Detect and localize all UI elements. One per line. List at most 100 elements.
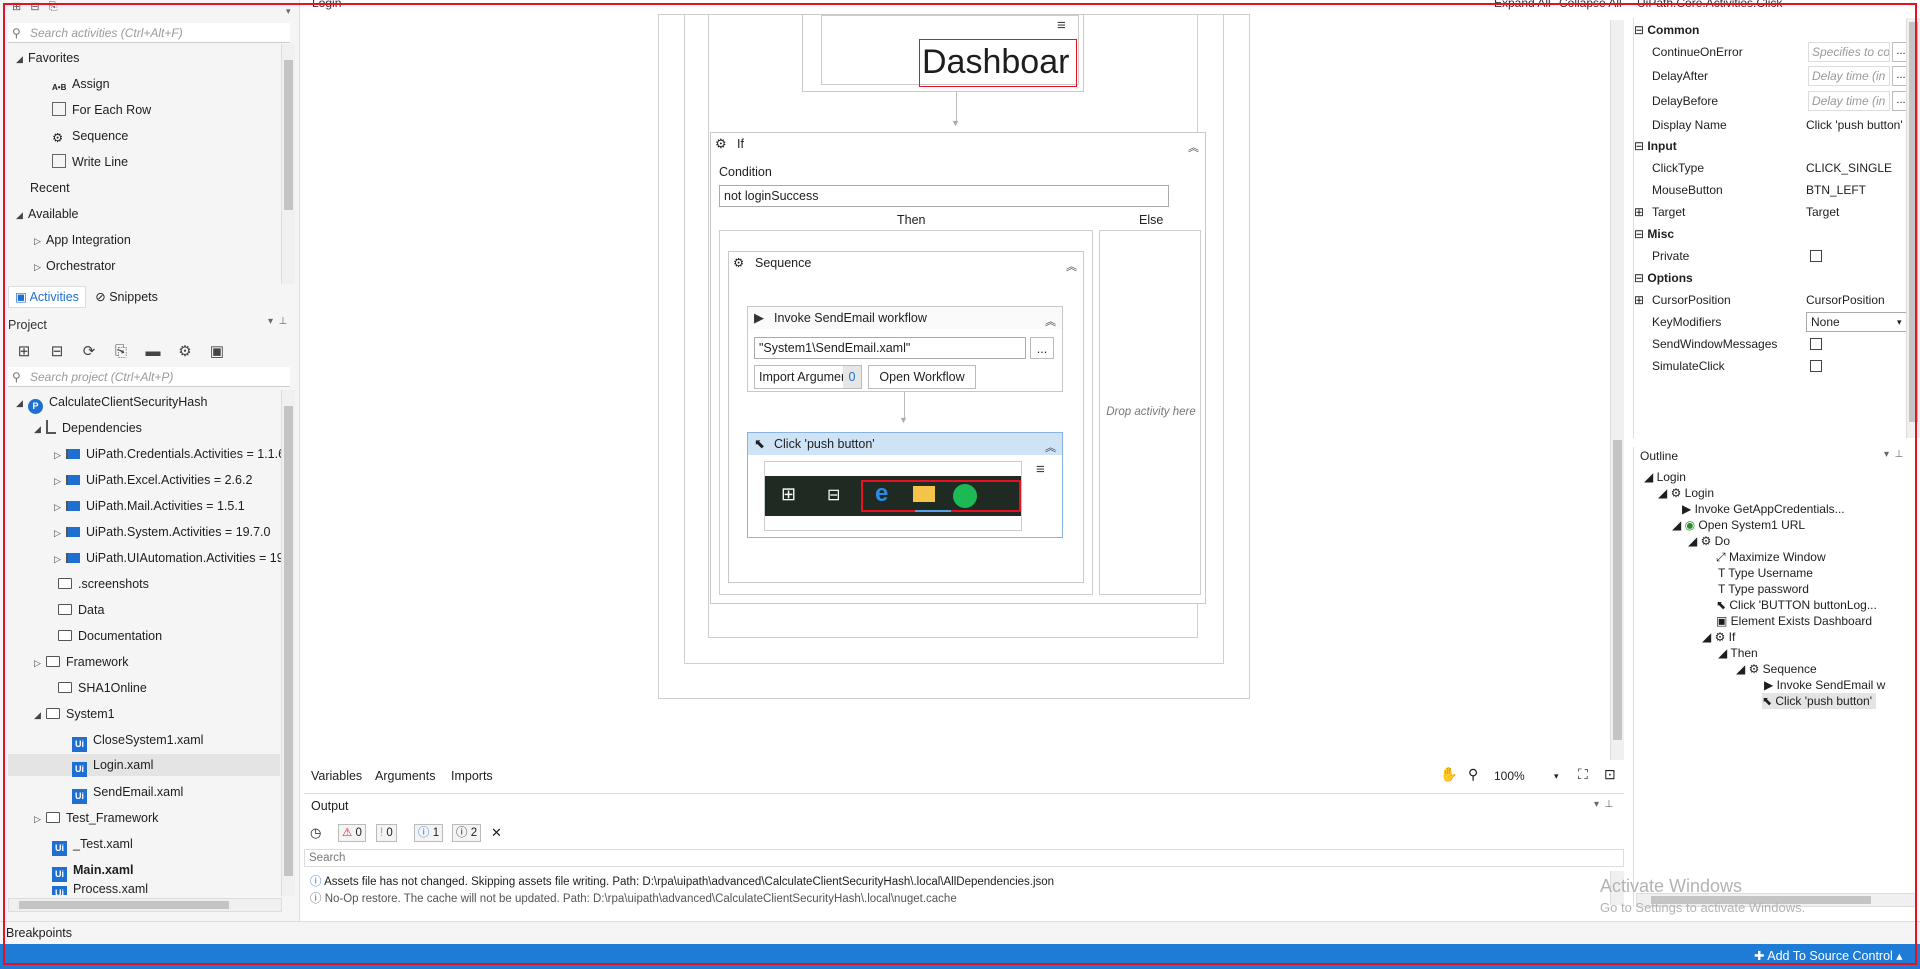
element-exists-activity[interactable]: Dashboar ≡	[802, 14, 1084, 92]
invoke-workflow-activity[interactable]: ▶ Invoke SendEmail workflow ︽ "System1\Sen…	[747, 306, 1063, 392]
outline-item[interactable]: T Type password	[1718, 581, 1809, 597]
outline-item-selected[interactable]: ⬉ Click 'push button'	[1762, 693, 1877, 709]
outline-item[interactable]: ◢ ⚙ Sequence	[1736, 661, 1817, 677]
source-control-button[interactable]: ✚ Add To Source Control ▴	[1754, 948, 1903, 963]
outline-item[interactable]: ◢ ⚙ Do	[1688, 533, 1730, 549]
prop-keymodifiers[interactable]: KeyModifiers None ▾	[1634, 311, 1914, 333]
outline-item[interactable]: ◢ Login	[1644, 469, 1686, 485]
hamburger-menu-icon[interactable]: ≡	[1057, 17, 1066, 34]
prop-mousebutton[interactable]: MouseButton BTN_LEFT	[1634, 179, 1914, 201]
tree-item-assign[interactable]: A•B Assign	[52, 73, 110, 95]
prop-delayafter[interactable]: DelayAfter Delay time (in...	[1634, 65, 1914, 87]
outline-controls[interactable]: ▾ ⊥	[1884, 449, 1903, 460]
file-process[interactable]: Ui Process.xaml	[52, 883, 148, 895]
browse-button[interactable]: ...	[1030, 337, 1054, 359]
outline-item[interactable]: ⬉ Click 'BUTTON buttonLog...	[1716, 597, 1877, 613]
tab-snippets[interactable]: ⊘ Snippets	[89, 287, 164, 307]
dependencies-node[interactable]: ◢ Dependencies	[34, 417, 142, 439]
sequence-header[interactable]: ⚙ Sequence ︽	[729, 252, 1083, 274]
zoom-dropdown[interactable]: 100% ▾	[1494, 766, 1566, 786]
prop-clicktype[interactable]: ClickType CLICK_SINGLE	[1634, 157, 1914, 179]
tab-variables[interactable]: Variables	[311, 766, 362, 786]
outline-item[interactable]: T Type Username	[1718, 565, 1813, 581]
category-misc[interactable]: ⊟ Misc	[1634, 223, 1914, 245]
designer-scrollbar[interactable]	[1610, 20, 1624, 760]
dependency-item[interactable]: ▷ UiPath.UIAutomation.Activities = 19	[54, 547, 282, 569]
dependency-item[interactable]: ▷ UiPath.Mail.Activities = 1.5.1	[54, 495, 282, 517]
fit-screen-icon[interactable]: ⛶	[1578, 766, 1588, 783]
folder-system1[interactable]: ◢ System1	[34, 703, 115, 725]
outline-item[interactable]: ▣ Element Exists Dashboard	[1716, 613, 1872, 629]
collapse-all-link[interactable]: Collapse All	[1559, 0, 1622, 10]
file-closesystem1[interactable]: Ui CloseSystem1.xaml	[72, 729, 203, 752]
category-common[interactable]: ⊟ Common	[1634, 19, 1914, 41]
sendwindowmessages-checkbox[interactable]	[1810, 338, 1822, 350]
screenshot-icon[interactable]: ▣	[208, 343, 226, 361]
outline-item[interactable]: ⤢ Maximize Window	[1716, 549, 1826, 565]
category-input[interactable]: ⊟ Input	[1634, 135, 1914, 157]
project-root[interactable]: ◢ P CalculateClientSecurityHash	[16, 391, 207, 414]
breakpoints-tab[interactable]: Breakpoints	[0, 921, 1920, 944]
prop-continueonerror[interactable]: ContinueOnError Specifies to co...	[1634, 41, 1914, 63]
keymodifiers-select[interactable]: None ▾	[1806, 312, 1910, 332]
if-activity[interactable]: ⚙ If ︽ Condition not loginSuccess Then Els…	[710, 132, 1206, 604]
refresh-icon[interactable]: ⟳	[80, 343, 98, 361]
collapse-all-icon[interactable]: ⊟	[48, 343, 66, 361]
panel-menu-icon[interactable]: ▾	[286, 6, 291, 17]
expand-all-link[interactable]: Expand All	[1494, 0, 1551, 10]
prop-cursorposition[interactable]: ⊞ CursorPosition CursorPosition	[1634, 289, 1914, 311]
activities-scrollbar[interactable]	[281, 44, 295, 284]
trace-filter-badge[interactable]: ⓘ 2	[452, 824, 482, 842]
if-header[interactable]: ⚙ If ︽	[711, 133, 1205, 155]
open-workflow-button[interactable]: Open Workflow	[868, 365, 976, 389]
import-arguments-button[interactable]: Import Arguments 0	[754, 365, 862, 389]
tab-imports[interactable]: Imports	[451, 766, 493, 786]
condition-input[interactable]: not loginSuccess	[719, 185, 1169, 207]
clear-icon[interactable]: ✕	[491, 825, 502, 841]
project-scrollbar[interactable]	[281, 390, 295, 896]
outline-item[interactable]: ◢ ⚙ Login	[1658, 485, 1714, 501]
prop-simulateclick[interactable]: SimulateClick	[1634, 355, 1914, 377]
collapse-icon[interactable]: ︽	[1066, 256, 1077, 278]
prop-display-name[interactable]: Display Name Click 'push button'	[1634, 114, 1914, 136]
hamburger-menu-icon[interactable]: ≡	[1036, 461, 1045, 478]
zoom-icon[interactable]: ⚲	[1468, 766, 1478, 783]
project-search-input[interactable]: ⚲ Search project (Ctrl+Alt+P)	[8, 367, 290, 387]
folder-documentation[interactable]: Documentation	[46, 625, 162, 647]
copy-icon[interactable]: ⎘	[112, 343, 130, 361]
category-options[interactable]: ⊟ Options	[1634, 267, 1914, 289]
project-panel-controls[interactable]: ▾ ⊥	[268, 316, 287, 327]
tree-item-sequence[interactable]: ⚙ Sequence	[52, 125, 128, 147]
output-line[interactable]: ⓘ Assets file has not changed. Skipping …	[310, 873, 1054, 889]
tree-item-recent[interactable]: Recent	[30, 177, 70, 199]
overview-icon[interactable]: ⊡	[1604, 766, 1616, 783]
folder-test-framework[interactable]: ▷ Test_Framework	[34, 807, 158, 829]
outline-item[interactable]: ◢ ◉ Open System1 URL	[1672, 517, 1805, 533]
private-checkbox[interactable]	[1810, 250, 1822, 262]
properties-scrollbar[interactable]	[1906, 18, 1920, 438]
sequence-activity[interactable]: ⚙ Sequence ︽ ▶ Invoke SendEmail workflow ︽ "…	[728, 251, 1084, 583]
dependency-item[interactable]: ▷ UiPath.Excel.Activities = 2.6.2	[54, 469, 282, 491]
outline-item[interactable]: ◢ Then	[1718, 645, 1758, 661]
collapse-icon[interactable]: ︽	[1045, 437, 1056, 459]
tree-item-for-each-row[interactable]: For Each Row	[52, 99, 151, 121]
invoke-header[interactable]: ▶ Invoke SendEmail workflow ︽	[748, 307, 1062, 329]
folder-data[interactable]: Data	[46, 599, 104, 621]
doc-breadcrumb[interactable]: Login	[312, 0, 341, 10]
activities-toolbar-icons[interactable]: ⊞ ⊟ ⎘	[12, 0, 102, 14]
outline-item[interactable]: ▶ Invoke GetAppCredentials...	[1682, 501, 1845, 517]
click-header[interactable]: ⬉ Click 'push button' ︽	[748, 433, 1062, 455]
file-main[interactable]: Ui Main.xaml	[52, 859, 133, 882]
prop-target[interactable]: ⊞ Target Target	[1634, 201, 1914, 223]
activities-search-input[interactable]: ⚲ Search activities (Ctrl+Alt+F)	[8, 23, 290, 43]
tree-item-orchestrator[interactable]: ▷ Orchestrator	[34, 255, 115, 277]
workflow-path-input[interactable]: "System1\SendEmail.xaml"	[754, 337, 1026, 359]
tree-item-write-line[interactable]: Write Line	[52, 151, 128, 173]
collapse-icon[interactable]: ︽	[1188, 137, 1199, 159]
prop-delaybefore[interactable]: DelayBefore Delay time (in...	[1634, 90, 1914, 112]
settings-icon[interactable]: ⚙	[176, 343, 194, 361]
pan-hand-icon[interactable]: ✋	[1440, 766, 1457, 783]
folder-sha1online[interactable]: SHA1Online	[46, 677, 147, 699]
expand-all-icon[interactable]: ⊞	[15, 343, 33, 361]
collapse-icon[interactable]: ︽	[1045, 311, 1056, 333]
